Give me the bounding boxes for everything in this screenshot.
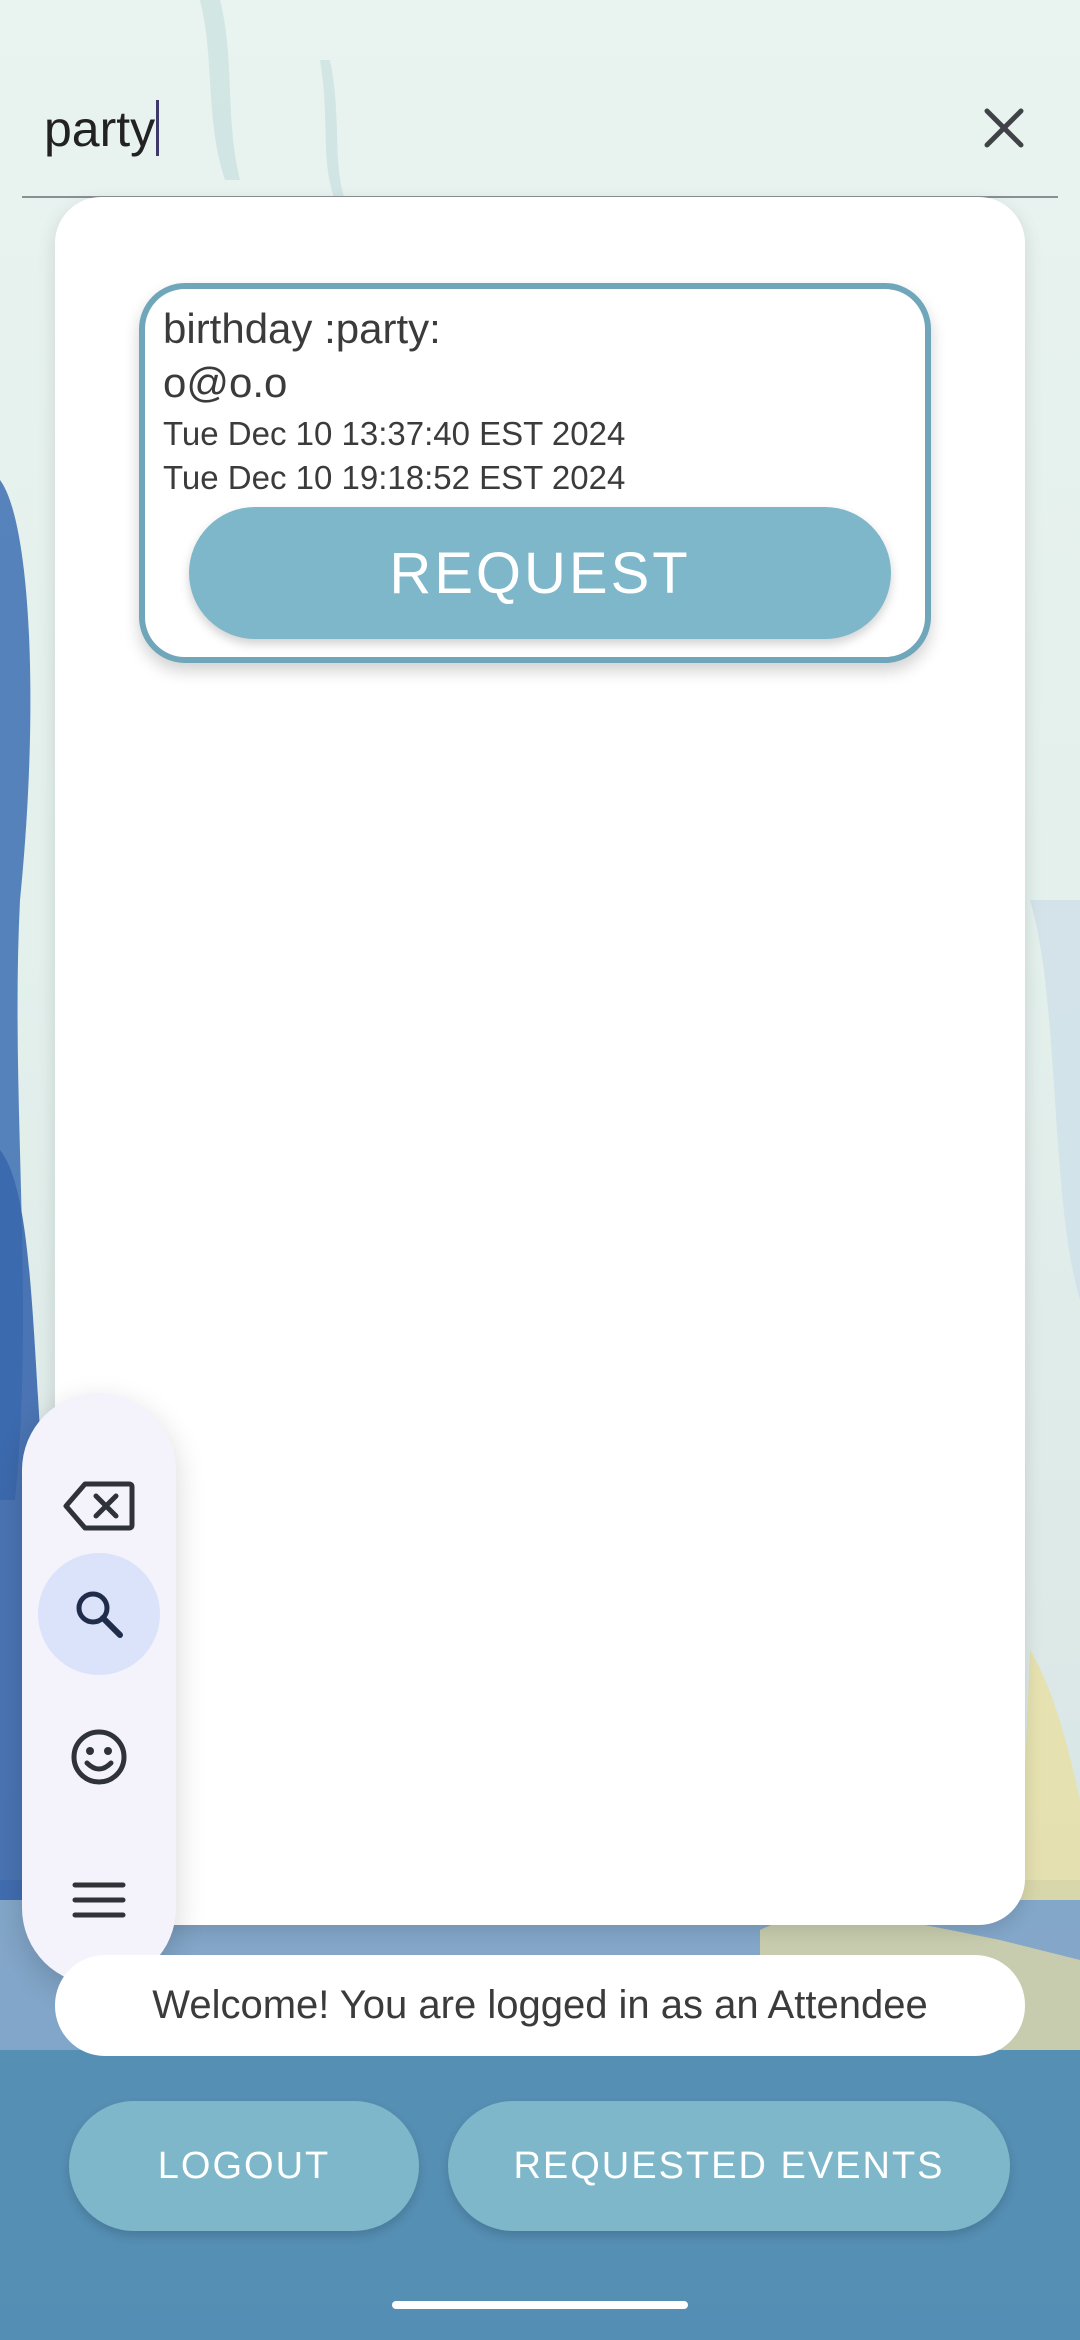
- menu-icon: [72, 1882, 126, 1918]
- search-icon: [76, 1591, 123, 1638]
- search-input[interactable]: party: [44, 100, 160, 157]
- search-bar: party: [22, 70, 1058, 198]
- emoji-button[interactable]: [38, 1696, 160, 1818]
- event-title: birthday :party:: [163, 305, 441, 352]
- event-host: o@o.o: [163, 359, 288, 406]
- logout-button[interactable]: LOGOUT: [69, 2101, 419, 2231]
- search-key-button[interactable]: [38, 1553, 160, 1675]
- welcome-message: Welcome! You are logged in as an Attende…: [55, 1955, 1025, 2056]
- close-icon: [984, 108, 1024, 148]
- request-button[interactable]: REQUEST: [189, 507, 891, 639]
- backspace-button[interactable]: [38, 1445, 160, 1567]
- keyboard-toolbar: [22, 1393, 176, 1985]
- event-start-time: Tue Dec 10 13:37:40 EST 2024: [163, 415, 626, 452]
- requested-events-button[interactable]: REQUESTED EVENTS: [448, 2101, 1010, 2231]
- event-end-time: Tue Dec 10 19:18:52 EST 2024: [163, 459, 626, 496]
- emoji-icon: [71, 1729, 127, 1785]
- home-indicator[interactable]: [392, 2301, 688, 2309]
- clear-search-button[interactable]: [972, 96, 1036, 160]
- backspace-icon: [63, 1481, 135, 1531]
- search-input-value: party: [44, 101, 156, 157]
- menu-button[interactable]: [38, 1839, 160, 1961]
- search-results-panel: birthday :party: o@o.o Tue Dec 10 13:37:…: [55, 197, 1025, 1925]
- event-card: birthday :party: o@o.o Tue Dec 10 13:37:…: [139, 283, 931, 663]
- text-cursor: [156, 100, 160, 156]
